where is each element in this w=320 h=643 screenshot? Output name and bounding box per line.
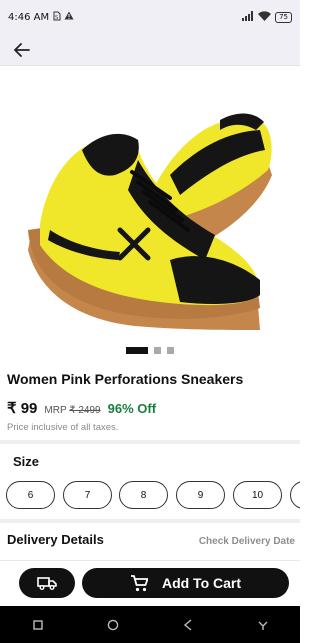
shopping-cart-icon [130,574,148,591]
tax-note: Price inclusive of all taxes. [7,422,119,433]
status-right-icons: 75 [242,10,292,24]
chevron-down-icon [258,621,267,630]
back-button[interactable] [10,38,34,62]
signal-icon [242,10,254,24]
add-to-cart-button[interactable]: Add To Cart [82,568,289,598]
home-icon [107,619,118,630]
size-heading: Size [13,454,40,469]
image-carousel-indicator [0,347,300,354]
recents-button[interactable] [23,613,53,637]
size-option[interactable]: 11 [290,481,300,509]
recents-icon [32,619,43,630]
battery-icon: 75 [275,11,292,23]
size-selector[interactable]: 6 7 8 9 10 11 [6,481,300,511]
mrp-label: MRP [44,405,67,416]
check-delivery-link[interactable]: Check Delivery Date [199,536,295,547]
status-notification-icons: S [53,11,74,24]
mrp-value: ₹ 2499 [69,405,101,416]
back-nav-button[interactable] [173,613,203,637]
shoe-image [28,113,272,330]
size-option[interactable]: 6 [6,481,55,509]
carousel-dot[interactable] [154,347,161,354]
product-image[interactable] [0,70,300,340]
price-row: ₹ 99 MRP ₹ 2499 96% Off [7,399,156,417]
truck-icon [37,577,57,590]
product-title: Women Pink Perforations Sneakers [7,371,244,387]
size-option[interactable]: 10 [233,481,282,509]
back-triangle-icon [183,618,191,631]
arrow-left-icon [14,42,30,57]
mrp: MRP ₹ 2499 [44,405,100,416]
delivery-row: Delivery Details Check Delivery Date [7,532,295,547]
sim-icon: S [53,11,61,24]
size-option[interactable]: 7 [63,481,112,509]
section-divider [0,519,300,523]
system-navigation-bar [0,606,300,643]
warning-icon [64,11,74,23]
keyboard-hide-button[interactable] [248,613,278,637]
status-time: 4:46 AM [8,11,50,23]
carousel-dot-active[interactable] [126,347,148,354]
discount-badge: 96% Off [107,401,157,416]
bottom-action-bar: Add To Cart [0,560,300,606]
carousel-dot[interactable] [167,347,174,354]
section-divider [0,440,300,444]
wifi-icon [258,10,272,24]
size-option[interactable]: 8 [119,481,168,509]
delivery-title: Delivery Details [7,532,104,547]
size-option[interactable]: 9 [176,481,225,509]
delivery-button[interactable] [19,568,75,598]
home-button[interactable] [98,613,128,637]
svg-text:S: S [55,15,58,21]
app-bar [0,34,300,66]
selling-price: ₹ 99 [7,400,38,417]
status-bar: 4:46 AM S 75 [0,0,300,34]
add-to-cart-label: Add To Cart [161,575,242,591]
